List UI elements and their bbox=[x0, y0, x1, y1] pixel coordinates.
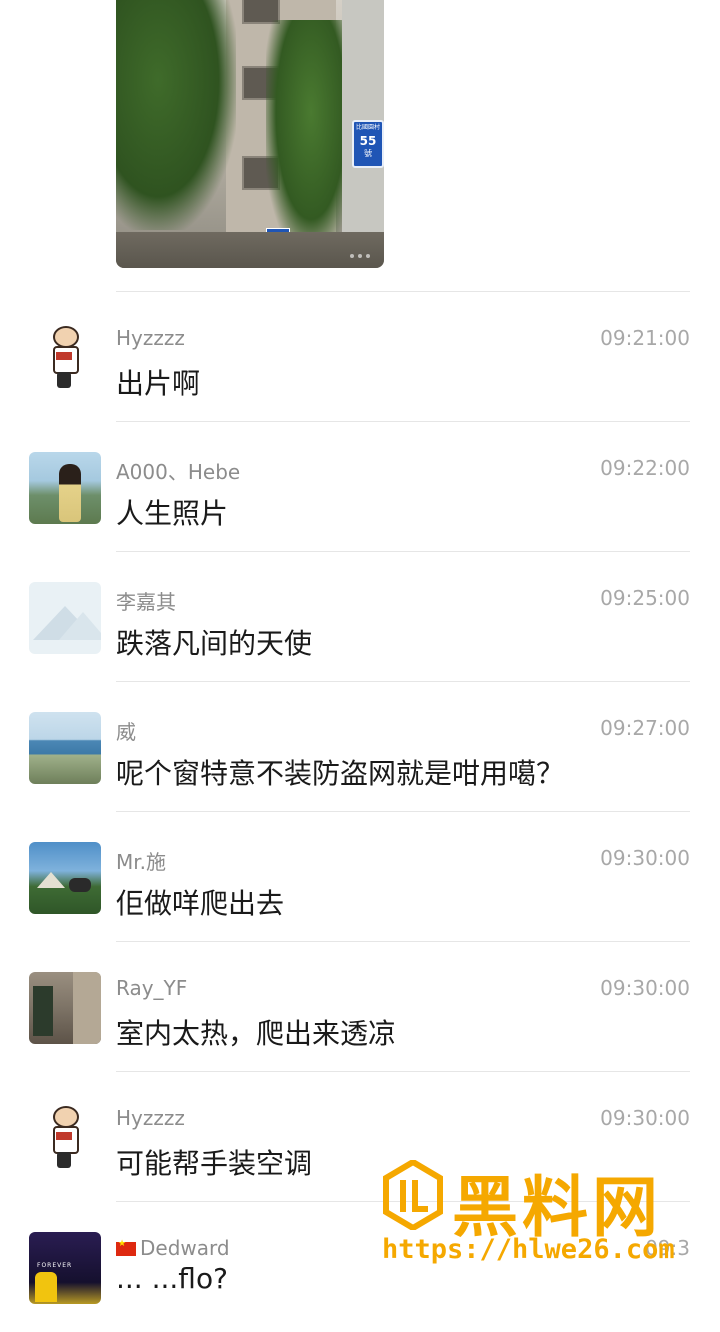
comment-text: 室内太热，爬出来透凉 bbox=[116, 1017, 397, 1050]
china-flag-icon bbox=[116, 1239, 136, 1256]
comment-item[interactable]: A000、Hebe 09:22:00 人生照片 bbox=[0, 422, 720, 552]
image-page-dots bbox=[350, 254, 370, 258]
comment-item[interactable]: 威 09:27:00 呢个窗特意不装防盗网就是咁用噶？ bbox=[0, 682, 720, 812]
tree-left bbox=[116, 0, 236, 230]
comment-text-partial: ... ...flo? bbox=[116, 1262, 228, 1295]
beach-avatar[interactable] bbox=[29, 712, 101, 784]
street-number-sign: 比國園村 55 號 bbox=[352, 120, 384, 168]
comment-author[interactable]: Dedward bbox=[116, 1236, 230, 1260]
comment-time: 09:25:00 bbox=[600, 586, 690, 610]
comment-text: 跌落凡间的天使 bbox=[116, 627, 313, 660]
comment-author[interactable]: Mr.施 bbox=[116, 846, 166, 875]
comment-text: 人生照片 bbox=[116, 497, 229, 530]
ground bbox=[116, 232, 384, 268]
comment-time: 09:3 bbox=[645, 1236, 690, 1260]
cartoon-basketball-avatar[interactable] bbox=[29, 1102, 101, 1174]
placeholder-mountain-avatar[interactable] bbox=[29, 582, 101, 654]
comment-author[interactable]: Hyzzzz bbox=[116, 326, 185, 350]
comment-author-name: Dedward bbox=[140, 1236, 230, 1260]
sign-number-text: 55 bbox=[359, 134, 377, 148]
comment-text: 可能帮手装空调 bbox=[116, 1147, 313, 1180]
camping-avatar[interactable] bbox=[29, 842, 101, 914]
sign-top-text: 比國園村 bbox=[355, 124, 380, 131]
comment-item[interactable]: Mr.施 09:30:00 佢做咩爬出去 bbox=[0, 812, 720, 942]
comment-time: 09:21:00 bbox=[600, 326, 690, 350]
comment-author[interactable]: A000、Hebe bbox=[116, 456, 240, 485]
comment-time: 09:27:00 bbox=[600, 716, 690, 740]
sign-unit-text: 號 bbox=[364, 149, 372, 158]
comment-time: 09:30:00 bbox=[600, 846, 690, 870]
comment-time: 09:30:00 bbox=[600, 1106, 690, 1130]
comment-time: 09:22:00 bbox=[600, 456, 690, 480]
comment-author[interactable]: 威 bbox=[116, 716, 136, 745]
comment-item[interactable]: Hyzzzz 09:30:00 可能帮手装空调 bbox=[0, 1072, 720, 1202]
girl-landscape-avatar[interactable] bbox=[29, 452, 101, 524]
comment-text: 出片啊 bbox=[116, 367, 201, 400]
post-photo[interactable]: 比國園村 55 號 bbox=[116, 0, 384, 268]
avatar-text: FOREVER bbox=[37, 1262, 73, 1269]
comment-author[interactable]: Ray_YF bbox=[116, 976, 187, 1000]
forever-dark-avatar[interactable]: FOREVER bbox=[29, 1232, 101, 1304]
comment-text: 呢个窗特意不装防盗网就是咁用噶？ bbox=[116, 757, 565, 790]
comment-text: 佢做咩爬出去 bbox=[116, 887, 285, 920]
cartoon-basketball-avatar[interactable] bbox=[29, 322, 101, 394]
comment-item[interactable]: Hyzzzz 09:21:00 出片啊 bbox=[0, 292, 720, 422]
comment-item[interactable]: FOREVER Dedward 09:3 bbox=[0, 1202, 720, 1332]
comment-author[interactable]: 李嘉其 bbox=[116, 586, 176, 615]
comment-author[interactable]: Hyzzzz bbox=[116, 1106, 185, 1130]
street-avatar[interactable] bbox=[29, 972, 101, 1044]
comment-time: 09:30:00 bbox=[600, 976, 690, 1000]
comment-item[interactable]: 李嘉其 09:25:00 跌落凡间的天使 bbox=[0, 552, 720, 682]
comment-item[interactable]: Ray_YF 09:30:00 室内太热，爬出来透凉 bbox=[0, 942, 720, 1072]
